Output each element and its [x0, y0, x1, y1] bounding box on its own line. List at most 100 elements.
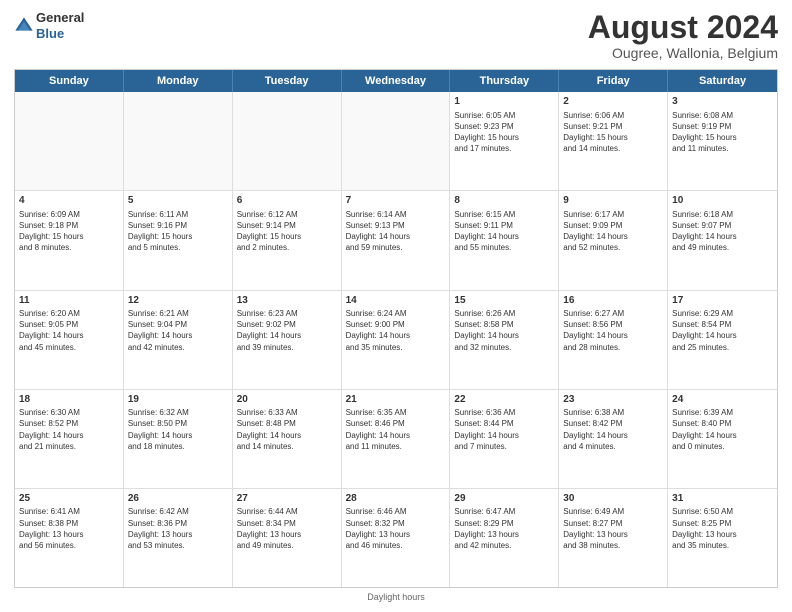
day-number: 7: [346, 194, 446, 208]
calendar-day-26: 26Sunrise: 6:42 AM Sunset: 8:36 PM Dayli…: [124, 489, 233, 587]
day-info: Sunrise: 6:09 AM Sunset: 9:18 PM Dayligh…: [19, 209, 119, 254]
calendar-day-6: 6Sunrise: 6:12 AM Sunset: 9:14 PM Daylig…: [233, 191, 342, 289]
calendar-empty-cell: [342, 92, 451, 190]
calendar-day-4: 4Sunrise: 6:09 AM Sunset: 9:18 PM Daylig…: [15, 191, 124, 289]
day-number: 17: [672, 294, 773, 308]
calendar-empty-cell: [124, 92, 233, 190]
day-info: Sunrise: 6:35 AM Sunset: 8:46 PM Dayligh…: [346, 407, 446, 452]
header-day-friday: Friday: [559, 70, 668, 92]
logo-text: General Blue: [36, 10, 84, 41]
subtitle: Ougree, Wallonia, Belgium: [588, 45, 778, 61]
header-day-sunday: Sunday: [15, 70, 124, 92]
day-number: 23: [563, 393, 663, 407]
day-number: 4: [19, 194, 119, 208]
calendar-day-22: 22Sunrise: 6:36 AM Sunset: 8:44 PM Dayli…: [450, 390, 559, 488]
header-day-thursday: Thursday: [450, 70, 559, 92]
calendar-day-11: 11Sunrise: 6:20 AM Sunset: 9:05 PM Dayli…: [15, 291, 124, 389]
day-info: Sunrise: 6:15 AM Sunset: 9:11 PM Dayligh…: [454, 209, 554, 254]
calendar-day-13: 13Sunrise: 6:23 AM Sunset: 9:02 PM Dayli…: [233, 291, 342, 389]
calendar-day-18: 18Sunrise: 6:30 AM Sunset: 8:52 PM Dayli…: [15, 390, 124, 488]
calendar-day-28: 28Sunrise: 6:46 AM Sunset: 8:32 PM Dayli…: [342, 489, 451, 587]
calendar-body: 1Sunrise: 6:05 AM Sunset: 9:23 PM Daylig…: [15, 92, 777, 587]
calendar-day-10: 10Sunrise: 6:18 AM Sunset: 9:07 PM Dayli…: [668, 191, 777, 289]
day-number: 10: [672, 194, 773, 208]
calendar-day-17: 17Sunrise: 6:29 AM Sunset: 8:54 PM Dayli…: [668, 291, 777, 389]
day-info: Sunrise: 6:18 AM Sunset: 9:07 PM Dayligh…: [672, 209, 773, 254]
calendar-day-3: 3Sunrise: 6:08 AM Sunset: 9:19 PM Daylig…: [668, 92, 777, 190]
day-info: Sunrise: 6:32 AM Sunset: 8:50 PM Dayligh…: [128, 407, 228, 452]
day-number: 13: [237, 294, 337, 308]
day-number: 30: [563, 492, 663, 506]
day-info: Sunrise: 6:38 AM Sunset: 8:42 PM Dayligh…: [563, 407, 663, 452]
day-info: Sunrise: 6:11 AM Sunset: 9:16 PM Dayligh…: [128, 209, 228, 254]
day-info: Sunrise: 6:49 AM Sunset: 8:27 PM Dayligh…: [563, 506, 663, 551]
footer-note: Daylight hours: [14, 592, 778, 602]
day-number: 9: [563, 194, 663, 208]
calendar-day-31: 31Sunrise: 6:50 AM Sunset: 8:25 PM Dayli…: [668, 489, 777, 587]
calendar-day-19: 19Sunrise: 6:32 AM Sunset: 8:50 PM Dayli…: [124, 390, 233, 488]
day-info: Sunrise: 6:08 AM Sunset: 9:19 PM Dayligh…: [672, 110, 773, 155]
calendar-week-5: 25Sunrise: 6:41 AM Sunset: 8:38 PM Dayli…: [15, 489, 777, 587]
day-info: Sunrise: 6:12 AM Sunset: 9:14 PM Dayligh…: [237, 209, 337, 254]
calendar-day-12: 12Sunrise: 6:21 AM Sunset: 9:04 PM Dayli…: [124, 291, 233, 389]
day-number: 18: [19, 393, 119, 407]
day-info: Sunrise: 6:21 AM Sunset: 9:04 PM Dayligh…: [128, 308, 228, 353]
day-number: 28: [346, 492, 446, 506]
day-number: 22: [454, 393, 554, 407]
day-number: 2: [563, 95, 663, 109]
calendar-day-23: 23Sunrise: 6:38 AM Sunset: 8:42 PM Dayli…: [559, 390, 668, 488]
calendar-day-14: 14Sunrise: 6:24 AM Sunset: 9:00 PM Dayli…: [342, 291, 451, 389]
day-number: 24: [672, 393, 773, 407]
main-title: August 2024: [588, 10, 778, 45]
title-block: August 2024 Ougree, Wallonia, Belgium: [588, 10, 778, 61]
calendar-day-7: 7Sunrise: 6:14 AM Sunset: 9:13 PM Daylig…: [342, 191, 451, 289]
calendar-week-3: 11Sunrise: 6:20 AM Sunset: 9:05 PM Dayli…: [15, 291, 777, 390]
day-info: Sunrise: 6:39 AM Sunset: 8:40 PM Dayligh…: [672, 407, 773, 452]
calendar-day-20: 20Sunrise: 6:33 AM Sunset: 8:48 PM Dayli…: [233, 390, 342, 488]
day-number: 5: [128, 194, 228, 208]
day-number: 15: [454, 294, 554, 308]
day-info: Sunrise: 6:06 AM Sunset: 9:21 PM Dayligh…: [563, 110, 663, 155]
day-info: Sunrise: 6:26 AM Sunset: 8:58 PM Dayligh…: [454, 308, 554, 353]
header-day-saturday: Saturday: [668, 70, 777, 92]
day-info: Sunrise: 6:44 AM Sunset: 8:34 PM Dayligh…: [237, 506, 337, 551]
day-info: Sunrise: 6:27 AM Sunset: 8:56 PM Dayligh…: [563, 308, 663, 353]
header-day-monday: Monday: [124, 70, 233, 92]
calendar-day-21: 21Sunrise: 6:35 AM Sunset: 8:46 PM Dayli…: [342, 390, 451, 488]
calendar-week-4: 18Sunrise: 6:30 AM Sunset: 8:52 PM Dayli…: [15, 390, 777, 489]
day-number: 14: [346, 294, 446, 308]
header-day-wednesday: Wednesday: [342, 70, 451, 92]
day-info: Sunrise: 6:50 AM Sunset: 8:25 PM Dayligh…: [672, 506, 773, 551]
calendar-empty-cell: [233, 92, 342, 190]
calendar-day-2: 2Sunrise: 6:06 AM Sunset: 9:21 PM Daylig…: [559, 92, 668, 190]
day-number: 25: [19, 492, 119, 506]
logo: General Blue: [14, 10, 84, 41]
day-info: Sunrise: 6:20 AM Sunset: 9:05 PM Dayligh…: [19, 308, 119, 353]
calendar-day-25: 25Sunrise: 6:41 AM Sunset: 8:38 PM Dayli…: [15, 489, 124, 587]
calendar-day-16: 16Sunrise: 6:27 AM Sunset: 8:56 PM Dayli…: [559, 291, 668, 389]
day-info: Sunrise: 6:17 AM Sunset: 9:09 PM Dayligh…: [563, 209, 663, 254]
day-info: Sunrise: 6:46 AM Sunset: 8:32 PM Dayligh…: [346, 506, 446, 551]
calendar-day-9: 9Sunrise: 6:17 AM Sunset: 9:09 PM Daylig…: [559, 191, 668, 289]
day-number: 1: [454, 95, 554, 109]
day-info: Sunrise: 6:05 AM Sunset: 9:23 PM Dayligh…: [454, 110, 554, 155]
header: General Blue August 2024 Ougree, Walloni…: [14, 10, 778, 61]
day-number: 8: [454, 194, 554, 208]
calendar-day-29: 29Sunrise: 6:47 AM Sunset: 8:29 PM Dayli…: [450, 489, 559, 587]
day-number: 3: [672, 95, 773, 109]
day-info: Sunrise: 6:47 AM Sunset: 8:29 PM Dayligh…: [454, 506, 554, 551]
page: General Blue August 2024 Ougree, Walloni…: [0, 0, 792, 612]
calendar-day-5: 5Sunrise: 6:11 AM Sunset: 9:16 PM Daylig…: [124, 191, 233, 289]
day-number: 20: [237, 393, 337, 407]
calendar-day-30: 30Sunrise: 6:49 AM Sunset: 8:27 PM Dayli…: [559, 489, 668, 587]
calendar-header: SundayMondayTuesdayWednesdayThursdayFrid…: [15, 70, 777, 92]
day-info: Sunrise: 6:41 AM Sunset: 8:38 PM Dayligh…: [19, 506, 119, 551]
calendar-week-2: 4Sunrise: 6:09 AM Sunset: 9:18 PM Daylig…: [15, 191, 777, 290]
day-number: 26: [128, 492, 228, 506]
day-number: 11: [19, 294, 119, 308]
calendar-day-1: 1Sunrise: 6:05 AM Sunset: 9:23 PM Daylig…: [450, 92, 559, 190]
day-info: Sunrise: 6:36 AM Sunset: 8:44 PM Dayligh…: [454, 407, 554, 452]
day-info: Sunrise: 6:30 AM Sunset: 8:52 PM Dayligh…: [19, 407, 119, 452]
day-info: Sunrise: 6:24 AM Sunset: 9:00 PM Dayligh…: [346, 308, 446, 353]
day-info: Sunrise: 6:33 AM Sunset: 8:48 PM Dayligh…: [237, 407, 337, 452]
